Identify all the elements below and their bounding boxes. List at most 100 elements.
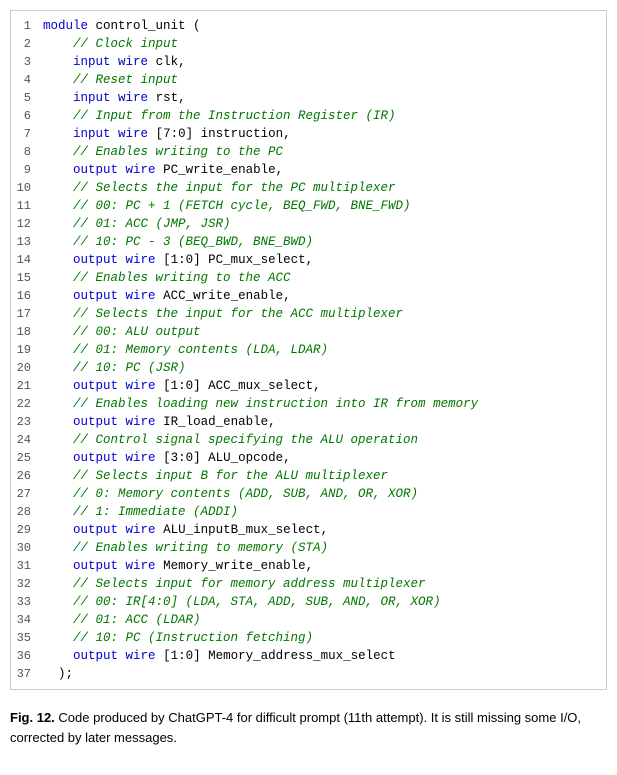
- identifier-token: rst,: [148, 91, 186, 105]
- line-content: // 00: PC + 1 (FETCH cycle, BEQ_FWD, BNE…: [39, 197, 606, 215]
- identifier-token: [111, 55, 119, 69]
- keyword-token: output: [73, 415, 118, 429]
- line-number: 13: [11, 233, 39, 251]
- code-line: 2 // Clock input: [11, 35, 606, 53]
- line-content: // Selects the input for the ACC multipl…: [39, 305, 606, 323]
- keyword-token: input: [73, 55, 111, 69]
- line-content: // Control signal specifying the ALU ope…: [39, 431, 606, 449]
- line-number: 4: [11, 71, 39, 89]
- line-number: 11: [11, 197, 39, 215]
- keyword-token: output: [73, 523, 118, 537]
- line-content: output wire [3:0] ALU_opcode,: [39, 449, 606, 467]
- identifier-token: );: [43, 667, 73, 681]
- comment-token: // Selects the input for the PC multiple…: [43, 181, 396, 195]
- code-line: 14 output wire [1:0] PC_mux_select,: [11, 251, 606, 269]
- identifier-token: [118, 253, 126, 267]
- keyword-token: input: [73, 91, 111, 105]
- keyword-token: wire: [126, 289, 156, 303]
- comment-token: // Enables loading new instruction into …: [43, 397, 478, 411]
- code-line: 1module control_unit (: [11, 17, 606, 35]
- line-number: 7: [11, 125, 39, 143]
- code-line: 11 // 00: PC + 1 (FETCH cycle, BEQ_FWD, …: [11, 197, 606, 215]
- line-number: 8: [11, 143, 39, 161]
- keyword-token: wire: [118, 55, 148, 69]
- line-content: input wire rst,: [39, 89, 606, 107]
- line-content: // Input from the Instruction Register (…: [39, 107, 606, 125]
- line-content: output wire PC_write_enable,: [39, 161, 606, 179]
- line-content: // 00: ALU output: [39, 323, 606, 341]
- identifier-token: [43, 127, 73, 141]
- code-line: 6 // Input from the Instruction Register…: [11, 107, 606, 125]
- line-content: input wire clk,: [39, 53, 606, 71]
- identifier-token: clk,: [148, 55, 186, 69]
- code-line: 12 // 01: ACC (JMP, JSR): [11, 215, 606, 233]
- code-line: 33 // 00: IR[4:0] (LDA, STA, ADD, SUB, A…: [11, 593, 606, 611]
- line-content: output wire [1:0] Memory_address_mux_sel…: [39, 647, 606, 665]
- identifier-token: [43, 415, 73, 429]
- line-content: // 10: PC - 3 (BEQ_BWD, BNE_BWD): [39, 233, 606, 251]
- line-number: 18: [11, 323, 39, 341]
- line-number: 16: [11, 287, 39, 305]
- comment-token: // Selects the input for the ACC multipl…: [43, 307, 403, 321]
- keyword-token: wire: [118, 127, 148, 141]
- keyword-token: output: [73, 253, 118, 267]
- identifier-token: [118, 163, 126, 177]
- code-line: 3 input wire clk,: [11, 53, 606, 71]
- line-content: // 1: Immediate (ADDI): [39, 503, 606, 521]
- line-content: output wire [1:0] PC_mux_select,: [39, 251, 606, 269]
- comment-token: // Control signal specifying the ALU ope…: [43, 433, 418, 447]
- comment-token: // 1: Immediate (ADDI): [43, 505, 238, 519]
- code-line: 30 // Enables writing to memory (STA): [11, 539, 606, 557]
- code-line: 35 // 10: PC (Instruction fetching): [11, 629, 606, 647]
- code-line: 36 output wire [1:0] Memory_address_mux_…: [11, 647, 606, 665]
- line-content: // 01: Memory contents (LDA, LDAR): [39, 341, 606, 359]
- identifier-token: [43, 253, 73, 267]
- keyword-token: wire: [126, 415, 156, 429]
- comment-token: // Selects input for memory address mult…: [43, 577, 426, 591]
- line-content: // 00: IR[4:0] (LDA, STA, ADD, SUB, AND,…: [39, 593, 606, 611]
- line-number: 17: [11, 305, 39, 323]
- code-container: 1module control_unit (2 // Clock input3 …: [10, 10, 607, 690]
- code-line: 29 output wire ALU_inputB_mux_select,: [11, 521, 606, 539]
- identifier-token: [118, 415, 126, 429]
- main-container: 1module control_unit (2 // Clock input3 …: [0, 10, 617, 757]
- keyword-token: output: [73, 451, 118, 465]
- line-number: 6: [11, 107, 39, 125]
- comment-token: // 00: ALU output: [43, 325, 201, 339]
- line-content: // Enables writing to the ACC: [39, 269, 606, 287]
- code-line: 5 input wire rst,: [11, 89, 606, 107]
- code-line: 7 input wire [7:0] instruction,: [11, 125, 606, 143]
- comment-token: // Selects input B for the ALU multiplex…: [43, 469, 388, 483]
- line-number: 32: [11, 575, 39, 593]
- identifier-token: [43, 649, 73, 663]
- keyword-token: output: [73, 289, 118, 303]
- line-number: 22: [11, 395, 39, 413]
- identifier-token: [1:0] PC_mux_select,: [156, 253, 314, 267]
- caption-area: Fig. 12. Code produced by ChatGPT-4 for …: [0, 700, 617, 757]
- identifier-token: [3:0] ALU_opcode,: [156, 451, 291, 465]
- identifier-token: [43, 451, 73, 465]
- keyword-token: output: [73, 379, 118, 393]
- comment-token: // 0: Memory contents (ADD, SUB, AND, OR…: [43, 487, 418, 501]
- identifier-token: [1:0] ACC_mux_select,: [156, 379, 321, 393]
- comment-token: // Enables writing to the ACC: [43, 271, 291, 285]
- identifier-token: [118, 451, 126, 465]
- code-line: 4 // Reset input: [11, 71, 606, 89]
- comment-token: // 10: PC (Instruction fetching): [43, 631, 313, 645]
- keyword-token: output: [73, 163, 118, 177]
- caption-fig-label: Fig. 12.: [10, 710, 55, 725]
- identifier-token: [43, 523, 73, 537]
- line-number: 10: [11, 179, 39, 197]
- identifier-token: [118, 523, 126, 537]
- line-content: // Selects the input for the PC multiple…: [39, 179, 606, 197]
- keyword-token: output: [73, 649, 118, 663]
- identifier-token: [43, 91, 73, 105]
- code-line: 15 // Enables writing to the ACC: [11, 269, 606, 287]
- keyword-token: input: [73, 127, 111, 141]
- code-line: 16 output wire ACC_write_enable,: [11, 287, 606, 305]
- identifier-token: PC_write_enable,: [156, 163, 284, 177]
- line-number: 33: [11, 593, 39, 611]
- identifier-token: [43, 163, 73, 177]
- identifier-token: [43, 559, 73, 573]
- comment-token: // 01: ACC (LDAR): [43, 613, 201, 627]
